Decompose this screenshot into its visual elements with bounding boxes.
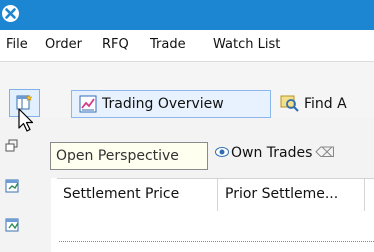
column-separator[interactable] [217,179,218,211]
view-icon-2[interactable] [4,216,22,234]
title-bar [0,0,374,30]
find-label: Find A [304,96,347,112]
toolbar: Trading Overview Find A [0,62,374,118]
menu-rfq[interactable]: RFQ [102,37,129,52]
menu-trade[interactable]: Trade [150,37,186,52]
find-button[interactable]: Find A [276,92,374,118]
column-header-prior-settlement[interactable]: Prior Settleme... [225,186,338,202]
left-strip [0,118,51,252]
tooltip: Open Perspective [50,142,208,170]
own-trades-label: Own Trades [231,145,313,161]
menu-file[interactable]: File [6,37,28,52]
mouse-cursor-icon [18,108,34,132]
close-tab-icon[interactable]: ⌫ [315,145,335,161]
trading-overview-button[interactable]: Trading Overview [71,90,271,118]
column-header-settlement-price[interactable]: Settlement Price [63,186,179,202]
menu-order[interactable]: Order [45,37,82,52]
app-logo-icon[interactable] [2,5,19,22]
trading-overview-label: Trading Overview [102,96,224,112]
column-separator[interactable] [364,179,365,211]
table-header: Settlement Price Prior Settleme... [57,178,374,212]
table-row[interactable] [59,241,374,242]
restore-icon[interactable] [5,139,19,153]
table-body [57,211,374,252]
menu-bar: File Order RFQ Trade Watch List [0,30,374,62]
chart-icon [79,95,97,113]
view-icon-1[interactable] [4,177,22,195]
menu-watch-list[interactable]: Watch List [213,37,280,52]
eye-icon [215,147,229,157]
tab-own-trades[interactable]: Own Trades ⌫ [215,145,335,161]
find-icon [280,95,299,112]
